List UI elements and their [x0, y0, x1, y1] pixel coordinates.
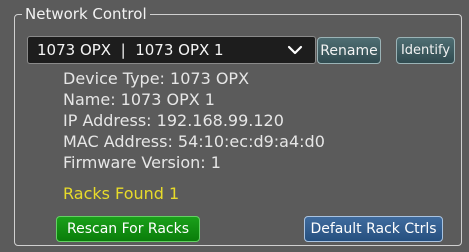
- ip-address-text: IP Address: 192.168.99.120: [63, 111, 284, 130]
- device-type-text: Device Type: 1073 OPX: [63, 69, 250, 88]
- device-dropdown-value: 1073 OPX | 1073 OPX 1: [37, 41, 224, 59]
- rename-button[interactable]: Rename: [317, 37, 381, 64]
- identify-button[interactable]: Identify: [396, 37, 455, 64]
- chevron-down-icon: [287, 45, 303, 55]
- rescan-for-racks-button[interactable]: Rescan For Racks: [56, 216, 200, 242]
- device-info: Device Type: 1073 OPX Name: 1073 OPX 1 I…: [63, 68, 325, 173]
- panel-title: Network Control: [22, 5, 150, 23]
- racks-found-status: Racks Found 1: [63, 184, 180, 203]
- mac-address-text: MAC Address: 54:10:ec:d9:a4:d0: [63, 132, 325, 151]
- device-name-text: Name: 1073 OPX 1: [63, 90, 215, 109]
- device-dropdown[interactable]: 1073 OPX | 1073 OPX 1: [27, 36, 316, 64]
- default-rack-ctrls-button[interactable]: Default Rack Ctrls: [304, 216, 443, 242]
- firmware-version-text: Firmware Version: 1: [63, 153, 221, 172]
